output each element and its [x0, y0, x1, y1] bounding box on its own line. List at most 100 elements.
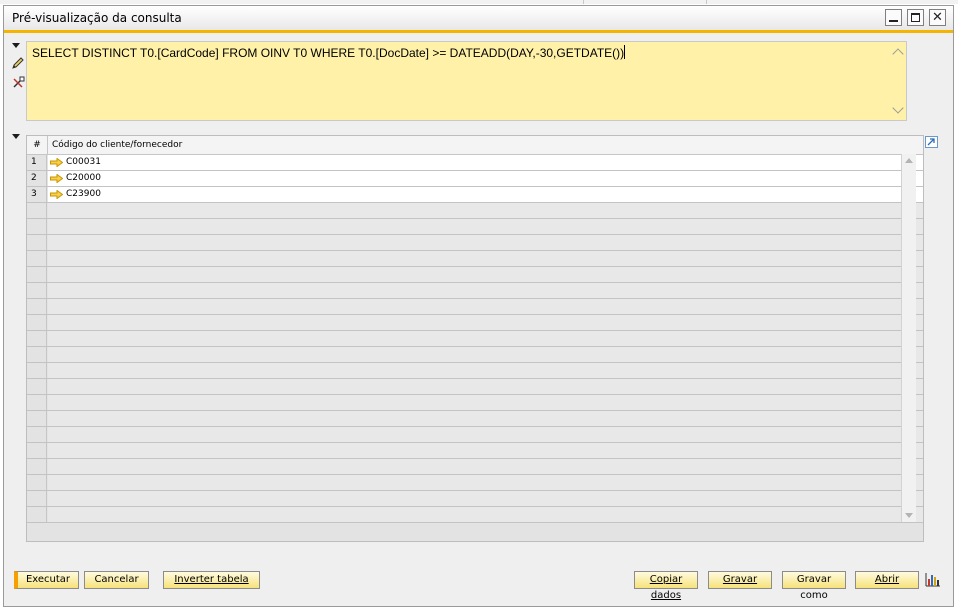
table-row[interactable] [27, 379, 923, 395]
save-as-button[interactable]: Gravar como [782, 571, 846, 601]
row-number [27, 379, 47, 394]
row-cell[interactable] [48, 459, 923, 474]
table-row[interactable] [27, 347, 923, 363]
invert-table-button[interactable]: Inverter tabela [163, 571, 260, 589]
row-cell[interactable] [48, 411, 923, 426]
row-cell[interactable] [48, 331, 923, 346]
row-cell[interactable] [48, 235, 923, 250]
table-row[interactable] [27, 315, 923, 331]
row-cell[interactable] [48, 267, 923, 282]
close-icon: ✕ [932, 10, 943, 25]
scroll-up-icon[interactable] [905, 158, 913, 163]
row-number [27, 459, 47, 474]
row-number [27, 235, 47, 250]
card-code-value: C23900 [66, 189, 101, 199]
window-title: Pré-visualização da consulta [12, 11, 182, 25]
row-number [27, 267, 47, 282]
table-row[interactable] [27, 395, 923, 411]
row-cell[interactable] [48, 395, 923, 410]
row-number [27, 443, 47, 458]
scroll-down-icon[interactable] [905, 513, 913, 518]
row-number: 2 [27, 171, 47, 186]
row-cell[interactable] [48, 427, 923, 442]
table-row[interactable] [27, 411, 923, 427]
table-row[interactable] [27, 475, 923, 491]
row-cell[interactable]: C00031 [48, 155, 923, 170]
pencil-icon[interactable] [11, 56, 25, 70]
row-cell[interactable] [48, 219, 923, 234]
table-row[interactable] [27, 459, 923, 475]
chart-icon[interactable] [925, 572, 941, 587]
row-cell[interactable] [48, 203, 923, 218]
row-cell[interactable] [48, 251, 923, 266]
row-cell[interactable] [48, 507, 923, 522]
save-button[interactable]: Gravar [708, 571, 772, 589]
card-code-value: C00031 [66, 157, 101, 167]
table-row[interactable] [27, 251, 923, 267]
table-row[interactable] [27, 507, 923, 523]
table-row[interactable] [27, 235, 923, 251]
execute-button[interactable]: Executar [14, 571, 79, 589]
eraser-icon[interactable] [11, 76, 25, 90]
card-code-value: C20000 [66, 173, 101, 183]
link-arrow-icon[interactable] [50, 190, 63, 199]
table-row[interactable]: 1 C00031 [27, 155, 923, 171]
row-number [27, 347, 47, 362]
row-number [27, 203, 47, 218]
link-arrow-icon[interactable] [50, 174, 63, 183]
row-number [27, 219, 47, 234]
query-scrollbar[interactable] [890, 42, 906, 120]
table-row[interactable] [27, 443, 923, 459]
row-cell[interactable] [48, 315, 923, 330]
row-cell[interactable] [48, 299, 923, 314]
open-button[interactable]: Abrir [855, 571, 919, 589]
cancel-button[interactable]: Cancelar [84, 571, 149, 589]
row-number [27, 491, 47, 506]
table-row[interactable] [27, 491, 923, 507]
collapse-query-icon[interactable] [12, 43, 20, 48]
grid-rows: 1 C00031 2 C20000 3 C23900 [27, 155, 923, 523]
table-row[interactable] [27, 267, 923, 283]
row-number: 1 [27, 155, 47, 170]
table-row[interactable] [27, 299, 923, 315]
row-cell[interactable] [48, 363, 923, 378]
link-arrow-icon[interactable] [50, 158, 63, 167]
table-row[interactable]: 3 C23900 [27, 187, 923, 203]
column-header-card-code[interactable]: Código do cliente/fornecedor [52, 136, 182, 154]
row-cell[interactable] [48, 347, 923, 362]
scroll-up-icon[interactable] [892, 48, 904, 60]
row-cell[interactable]: C23900 [48, 187, 923, 202]
table-row[interactable] [27, 363, 923, 379]
scroll-down-icon[interactable] [892, 102, 904, 114]
title-bar[interactable]: Pré-visualização da consulta ✕ [4, 6, 953, 33]
results-grid: # Código do cliente/fornecedor 1 C00031 2 C… [26, 135, 924, 542]
grid-scrollbar[interactable] [901, 154, 916, 522]
maximize-button[interactable] [907, 9, 924, 26]
row-cell[interactable] [48, 283, 923, 298]
minimize-button[interactable] [885, 9, 902, 26]
expand-icon[interactable] [925, 136, 938, 148]
row-cell[interactable] [48, 491, 923, 506]
query-editor[interactable]: SELECT DISTINCT T0.[CardCode] FROM OINV … [26, 41, 907, 121]
table-row[interactable] [27, 203, 923, 219]
table-row[interactable] [27, 331, 923, 347]
row-number-header: # [27, 136, 48, 154]
maximize-icon [911, 13, 920, 22]
copy-data-button[interactable]: Copiar dados [634, 571, 698, 601]
row-cell[interactable]: C20000 [48, 171, 923, 186]
strip-divider [706, 0, 707, 4]
row-number [27, 395, 47, 410]
text-caret [624, 45, 626, 59]
collapse-results-icon[interactable] [12, 134, 20, 139]
query-text[interactable]: SELECT DISTINCT T0.[CardCode] FROM OINV … [32, 45, 626, 60]
close-button[interactable]: ✕ [929, 9, 946, 26]
table-row[interactable] [27, 219, 923, 235]
row-cell[interactable] [48, 443, 923, 458]
table-row[interactable]: 2 C20000 [27, 171, 923, 187]
table-row[interactable] [27, 427, 923, 443]
row-cell[interactable] [48, 475, 923, 490]
row-cell[interactable] [48, 379, 923, 394]
row-number: 3 [27, 187, 47, 202]
table-row[interactable] [27, 283, 923, 299]
row-number [27, 411, 47, 426]
